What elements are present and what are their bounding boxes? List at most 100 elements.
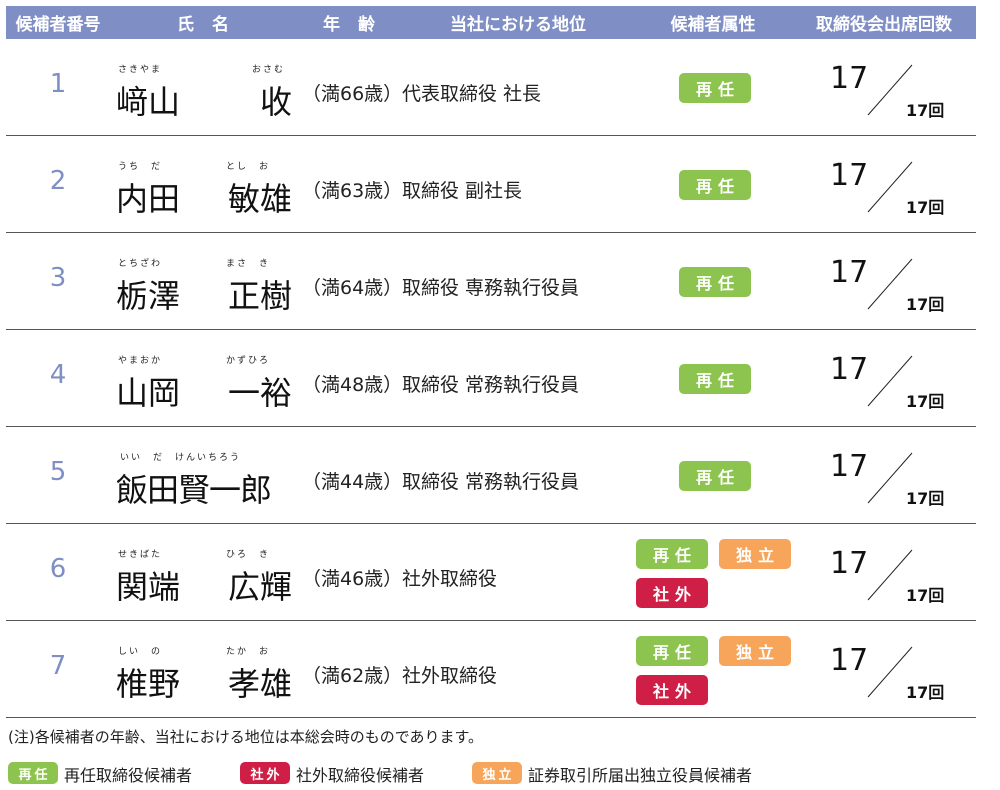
last-name-kana: うち だ	[118, 162, 163, 172]
legend-reelect-text: 再任取締役候補者	[64, 766, 193, 785]
outside-badge: 社外	[636, 578, 708, 608]
first-name: 正樹	[227, 277, 292, 315]
table-row: 2 うち だ とし お 内田 敏雄 （満63歳） 取締役 副社長 再任 17 1…	[6, 136, 976, 233]
candidate-position: 社外取締役	[402, 568, 498, 590]
attendance: 17 17回	[826, 643, 956, 703]
first-name-kana: かずひろ	[226, 356, 271, 366]
table-row: 4 やまおか かずひろ 山岡 一裕 （満48歳） 取締役 常務執行役員 再任 1…	[6, 330, 976, 427]
last-name: 山岡	[116, 374, 181, 412]
table-row: 7 しい の たか お 椎野 孝雄 （満62歳） 社外取締役 再任 独立 社外 …	[6, 621, 976, 718]
first-name-kana: ひろ き	[226, 550, 271, 560]
footnote: (注)各候補者の年齢、当社における地位は本総会時のものであります。	[8, 728, 484, 746]
candidate-position: 社外取締役	[402, 665, 498, 687]
candidate-no: 1	[49, 69, 67, 99]
candidate-name: 椎野 孝雄	[116, 659, 292, 703]
attendance: 17 17回	[826, 158, 956, 218]
candidate-age: （満62歳）	[302, 665, 403, 687]
candidate-age: （満48歳）	[302, 374, 403, 396]
last-name: 椎野	[116, 665, 181, 703]
attendance: 17 17回	[826, 255, 956, 315]
attendance: 17 17回	[826, 61, 956, 121]
full-name-kana: いい だ けんいちろう	[120, 453, 242, 463]
total-count: 17回	[906, 392, 945, 411]
candidate-age: （満64歳）	[302, 277, 403, 299]
reelect-badge: 再任	[679, 170, 751, 200]
last-name: 﨑山	[116, 83, 181, 121]
total-count: 17回	[906, 295, 945, 314]
attended-count: 17	[830, 449, 869, 484]
candidate-table: 候補者番号 氏名 年齢 当社における地位 候補者属性 取締役会出席回数 1 さき…	[6, 6, 976, 718]
legend-independent-badge: 独立	[472, 762, 522, 784]
attended-count: 17	[830, 546, 869, 581]
reelect-badge: 再任	[679, 267, 751, 297]
candidate-age: （満44歳）	[302, 471, 403, 493]
header-attribute: 候補者属性	[670, 15, 756, 35]
candidate-name: 内田 敏雄	[116, 174, 292, 218]
last-name: 内田	[116, 180, 181, 218]
header-attendance: 取締役会出席回数	[816, 15, 952, 35]
candidate-name: 飯田賢一郎	[116, 465, 292, 509]
total-count: 17回	[906, 683, 945, 702]
table-row: 3 とちざわ まさ き 栃澤 正樹 （満64歳） 取締役 専務執行役員 再任 1…	[6, 233, 976, 330]
last-name: 栃澤	[116, 277, 181, 315]
header-position: 当社における地位	[450, 15, 586, 35]
total-count: 17回	[906, 198, 945, 217]
legend-outside-badge: 社外	[240, 762, 290, 784]
last-name-kana: やまおか	[118, 356, 163, 366]
reelect-badge: 再任	[636, 636, 708, 666]
reelect-badge: 再任	[679, 461, 751, 491]
candidate-name: 﨑山 收	[116, 77, 292, 121]
attendance: 17 17回	[826, 352, 956, 412]
table-row: 1 さきやま おさむ 﨑山 收 （満66歳） 代表取締役 社長 再任 17 17…	[6, 39, 976, 136]
total-count: 17回	[906, 489, 945, 508]
candidate-age: （満46歳）	[302, 568, 403, 590]
total-count: 17回	[906, 101, 945, 120]
candidate-name: 山岡 一裕	[116, 368, 292, 412]
reelect-badge: 再任	[679, 73, 751, 103]
first-name-kana: まさ き	[226, 259, 271, 269]
legend-reelect-badge: 再任	[8, 762, 58, 784]
last-name-kana: せきばた	[118, 550, 163, 560]
reelect-badge: 再任	[679, 364, 751, 394]
header-age: 年齢	[323, 15, 393, 35]
candidate-age: （満66歳）	[302, 83, 403, 105]
legend-outside-text: 社外取締役候補者	[296, 766, 425, 785]
first-name: 広輝	[227, 568, 292, 606]
reelect-badge: 再任	[636, 539, 708, 569]
candidate-no: 4	[49, 360, 67, 390]
table-row: 5 いい だ けんいちろう 飯田賢一郎 （満44歳） 取締役 常務執行役員 再任…	[6, 427, 976, 524]
attended-count: 17	[830, 61, 869, 96]
header-name: 氏名	[177, 15, 247, 35]
table-row: 6 せきばた ひろ き 関端 広輝 （満46歳） 社外取締役 再任 独立 社外 …	[6, 524, 976, 621]
candidate-position: 取締役 専務執行役員	[402, 277, 580, 299]
independent-badge: 独立	[719, 539, 791, 569]
last-name-kana: しい の	[118, 647, 163, 657]
candidate-no: 3	[49, 263, 67, 293]
total-count: 17回	[906, 586, 945, 605]
candidate-no: 7	[49, 651, 67, 681]
legend: 再任 再任取締役候補者 社外 社外取締役候補者 独立 証券取引所届出独立役員候補…	[0, 760, 1000, 786]
candidate-no: 5	[49, 457, 67, 487]
last-name-kana: さきやま	[118, 65, 163, 75]
attended-count: 17	[830, 352, 869, 387]
legend-independent-text: 証券取引所届出独立役員候補者	[528, 766, 753, 785]
attendance: 17 17回	[826, 546, 956, 606]
first-name: 一裕	[227, 374, 292, 412]
independent-badge: 独立	[719, 636, 791, 666]
full-name: 飯田賢一郎	[116, 471, 272, 509]
first-name: 孝雄	[227, 665, 292, 703]
last-name-kana: とちざわ	[118, 259, 163, 269]
candidate-position: 取締役 常務執行役員	[402, 374, 580, 396]
attended-count: 17	[830, 158, 869, 193]
first-name-kana: とし お	[226, 162, 271, 172]
first-name: 敏雄	[227, 180, 292, 218]
candidate-position: 取締役 副社長	[402, 180, 523, 202]
candidate-position: 代表取締役 社長	[402, 83, 542, 105]
outside-badge: 社外	[636, 675, 708, 705]
attended-count: 17	[830, 643, 869, 678]
candidate-no: 2	[49, 166, 67, 196]
first-name-kana: おさむ	[252, 65, 286, 75]
first-name: 收	[259, 83, 292, 121]
attended-count: 17	[830, 255, 869, 290]
candidate-name: 関端 広輝	[116, 562, 292, 606]
